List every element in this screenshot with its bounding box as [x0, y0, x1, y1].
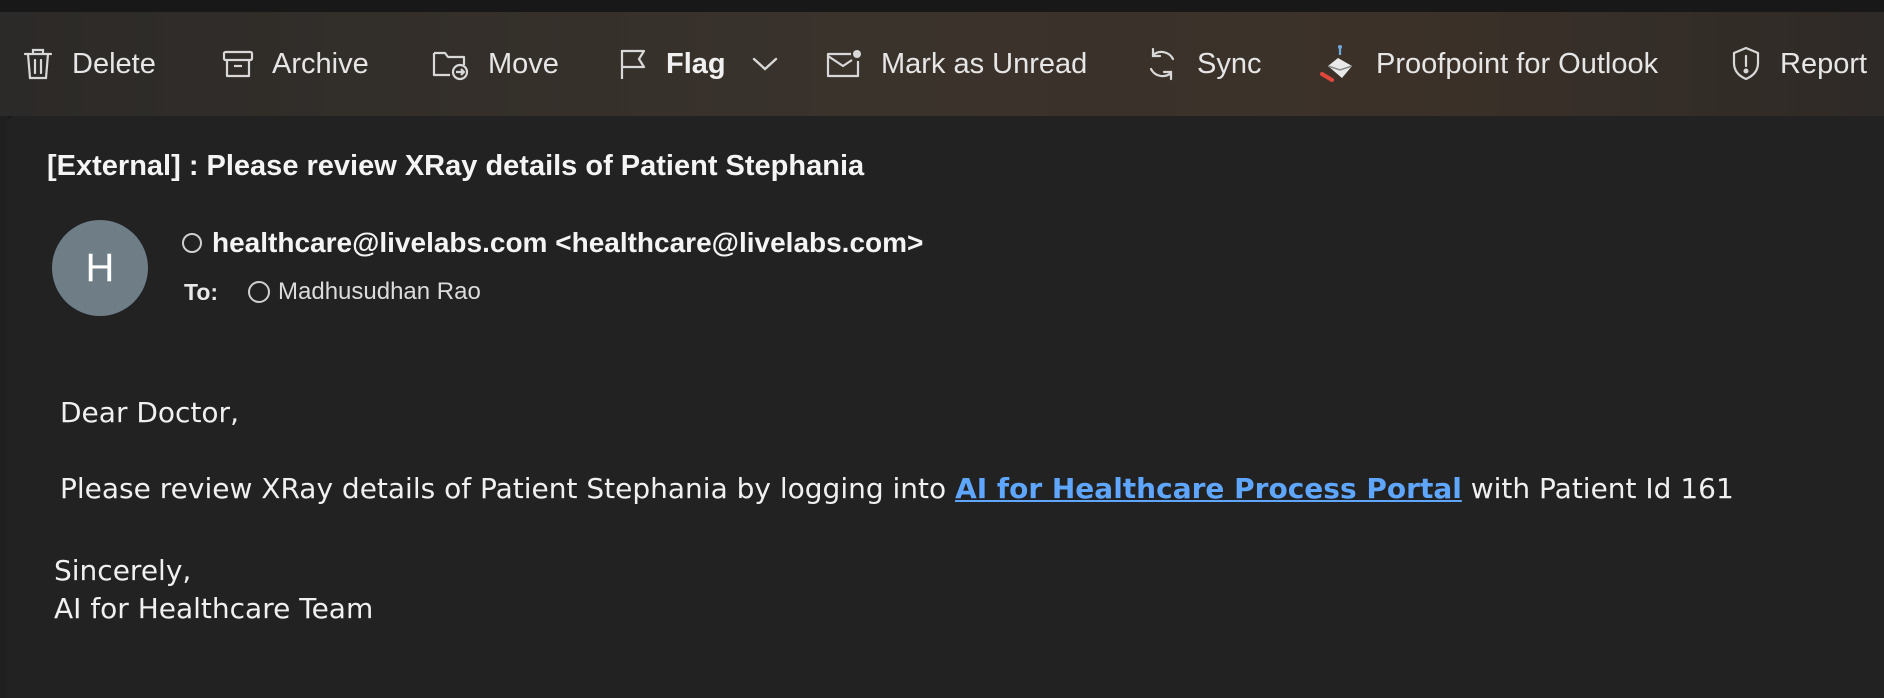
sender-avatar[interactable]: H	[52, 220, 148, 316]
body-paragraph: Please review XRay details of Patient St…	[60, 472, 1734, 505]
envelope-dot-icon	[825, 48, 863, 80]
delete-label: Delete	[72, 47, 156, 80]
body-greeting: Dear Doctor,	[60, 396, 239, 429]
report-label: Report	[1780, 47, 1868, 80]
body-closing: Sincerely,	[54, 554, 192, 587]
sender-address[interactable]: healthcare@livelabs.com <healthcare@live…	[212, 227, 923, 259]
shield-alert-icon	[1730, 46, 1762, 82]
flag-button[interactable]: Flag	[618, 12, 726, 116]
delete-button[interactable]: Delete	[22, 12, 156, 116]
recipient-row: To: Madhusudhan Rao	[184, 278, 481, 306]
archive-label: Archive	[272, 47, 369, 80]
proofpoint-label: Proofpoint for Outlook	[1376, 47, 1659, 80]
recipient-name[interactable]: Madhusudhan Rao	[278, 278, 481, 306]
body-signature: AI for Healthcare Team	[54, 592, 374, 625]
flag-label: Flag	[666, 47, 726, 80]
sync-arrows-icon	[1145, 46, 1179, 82]
portal-link[interactable]: AI for Healthcare Process Portal	[955, 472, 1462, 505]
report-button[interactable]: Report	[1730, 12, 1867, 116]
flag-options-button[interactable]	[752, 12, 778, 116]
move-label: Move	[488, 47, 559, 80]
avatar-initial: H	[85, 245, 115, 290]
body-text-after-link: with Patient Id 161	[1461, 472, 1734, 505]
to-label: To:	[184, 278, 219, 305]
archive-box-icon	[222, 48, 254, 80]
sync-button[interactable]: Sync	[1145, 12, 1261, 116]
mark-unread-label: Mark as Unread	[881, 47, 1088, 80]
folder-move-icon	[432, 47, 470, 81]
body-text-before-link: Please review XRay details of Patient St…	[60, 472, 956, 505]
proofpoint-button[interactable]: Proofpoint for Outlook	[1320, 12, 1658, 116]
sender-row: healthcare@livelabs.com <healthcare@live…	[182, 227, 923, 259]
presence-status-icon	[182, 233, 202, 253]
trash-icon	[22, 46, 54, 82]
flag-icon	[618, 47, 648, 81]
archive-button[interactable]: Archive	[222, 12, 369, 116]
move-button[interactable]: Move	[432, 12, 559, 116]
command-toolbar: Delete Archive Move Flag Mark as Unread …	[0, 12, 1884, 116]
sync-label: Sync	[1197, 47, 1262, 80]
recipient-presence-icon	[248, 281, 270, 303]
message-subject: [External] : Please review XRay details …	[47, 150, 865, 182]
window-top-bar	[0, 0, 1884, 12]
chevron-down-icon	[752, 56, 778, 72]
proofpoint-icon	[1320, 44, 1358, 84]
mark-unread-button[interactable]: Mark as Unread	[825, 12, 1087, 116]
